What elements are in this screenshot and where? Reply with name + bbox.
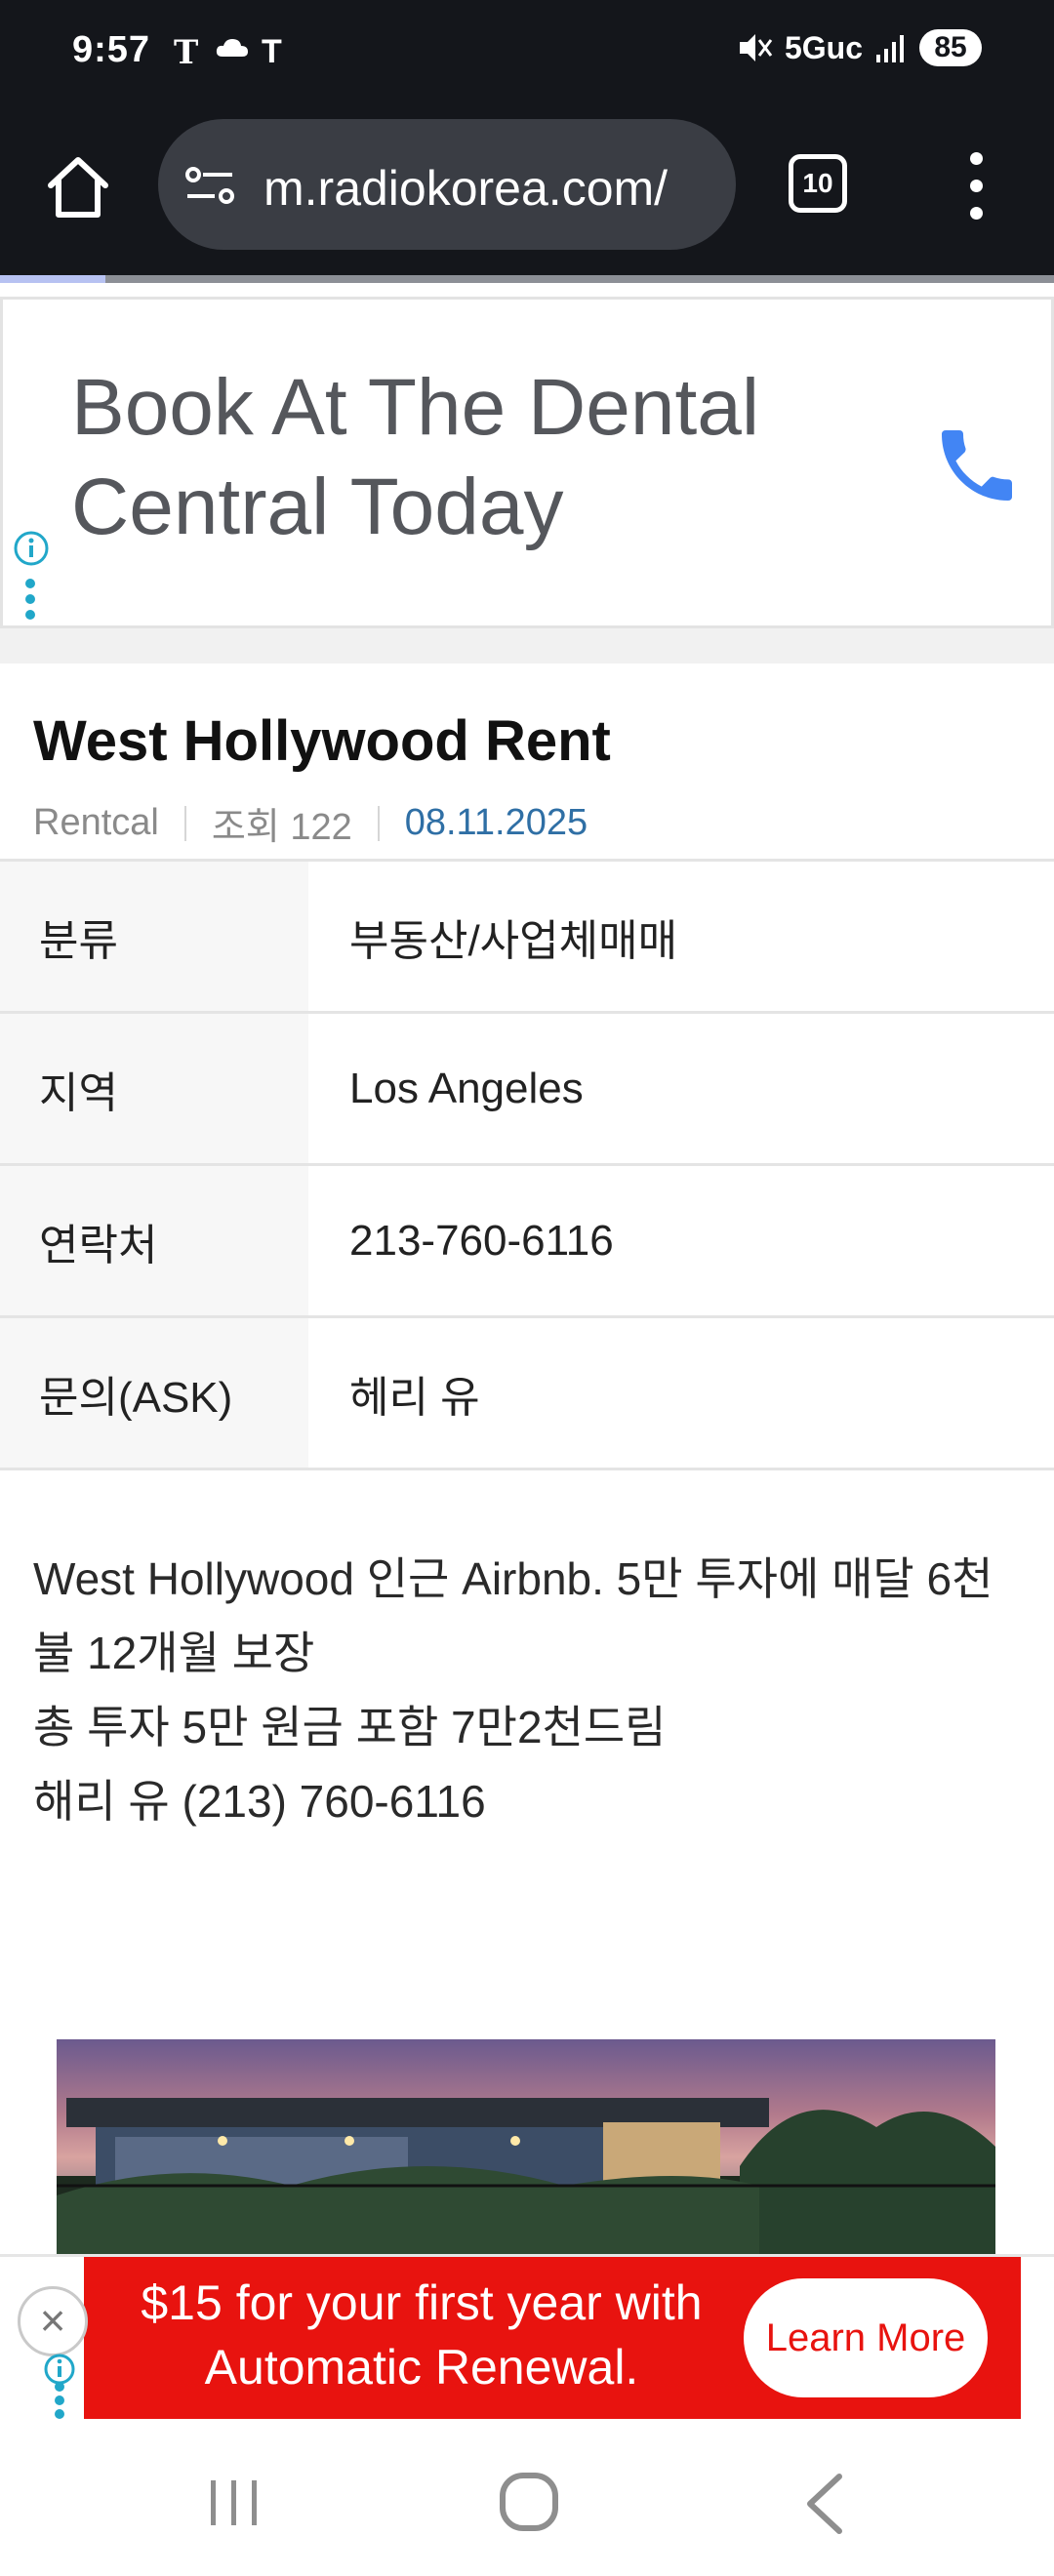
system-nav-bar [0,2424,1054,2576]
house-illustration [57,2098,995,2254]
info-row-ask: 문의(ASK) 헤리 유 [0,1318,1054,1470]
info-label: 연락처 [0,1166,308,1315]
info-label: 문의(ASK) [0,1318,308,1468]
home-icon[interactable] [43,152,113,222]
ad-headline[interactable]: Book At The Dental Central Today [71,358,813,557]
listing-photo[interactable] [57,2039,995,2254]
ad-bottom-text[interactable]: $15 for your first year with Automatic R… [119,2271,724,2399]
home-nav-icon[interactable] [500,2473,558,2531]
ad-info-icon[interactable] [43,2353,76,2386]
info-label: 지역 [0,1014,308,1163]
body-line: 해리 유 (213) 760-6116 [33,1776,486,1827]
page-load-progress-fill [0,275,105,283]
info-table: 분류 부동산/사업체매매 지역 Los Angeles 연락처 213-760-… [0,859,1054,1470]
info-label: 분류 [0,862,308,1011]
battery-indicator: 85 [919,29,982,66]
post-author[interactable]: Rentcal [33,802,159,844]
mute-icon [739,34,773,61]
status-time: 9:57 [72,29,151,70]
more-menu-icon[interactable] [956,152,995,221]
meta-divider [183,805,186,841]
browser-toolbar: m.radiokorea.com/ 10 [0,107,1054,275]
tab-switcher-button[interactable]: 10 [789,154,847,213]
page-load-progress [0,275,1054,283]
carrier-icon-2: T [262,33,282,70]
body-line: West Hollywood 인근 Airbnb. 5만 투자에 매달 6천불 … [33,1553,993,1678]
info-value: Los Angeles [349,1064,584,1112]
site-settings-icon[interactable] [183,165,238,206]
post-title: West Hollywood Rent [33,709,611,773]
post-date: 08.11.2025 [404,802,588,843]
cloud-icon [216,39,248,57]
url-text[interactable]: m.radiokorea.com/ [264,160,668,217]
top-ad-banner[interactable]: Book At The Dental Central Today [0,297,1054,628]
phone-icon[interactable] [930,419,1024,512]
info-value[interactable]: 213-760-6116 [308,1166,1054,1315]
body-line: 총 투자 5만 원금 포함 7만2천드림 [33,1702,667,1752]
ad-info-icon[interactable] [13,530,50,567]
carrier-icon: T [174,33,199,72]
bottom-ad-container: $15 for your first year with Automatic R… [0,2254,1054,2424]
learn-more-button[interactable]: Learn More [744,2278,988,2397]
bottom-ad-banner[interactable]: $15 for your first year with Automatic R… [84,2257,1021,2419]
section-divider [0,628,1054,664]
close-icon[interactable]: × [18,2286,88,2356]
post-body: West Hollywood 인근 Airbnb. 5만 투자에 매달 6천불 … [33,1542,1029,1838]
ad-options-icon[interactable] [22,579,38,627]
info-row-category: 분류 부동산/사업체매매 [0,862,1054,1014]
status-bar: 9:57 T T 5Guc 85 [0,0,1054,107]
meta-divider [377,805,380,841]
info-value: 부동산/사업체매매 [349,916,678,965]
back-icon[interactable] [800,2473,849,2535]
post-views: 조회 122 [211,807,352,848]
ad-options-icon[interactable] [53,2382,66,2423]
recent-apps-icon[interactable] [207,2476,262,2529]
post-meta: Rentcal 조회 122 08.11.2025 [33,796,588,850]
info-value: 헤리 유 [349,1373,480,1422]
address-bar[interactable]: m.radiokorea.com/ [158,119,736,250]
signal-icon [876,35,904,62]
network-type: 5Guc [784,29,863,65]
info-row-contact: 연락처 213-760-6116 [0,1166,1054,1318]
info-row-region: 지역 Los Angeles [0,1014,1054,1166]
